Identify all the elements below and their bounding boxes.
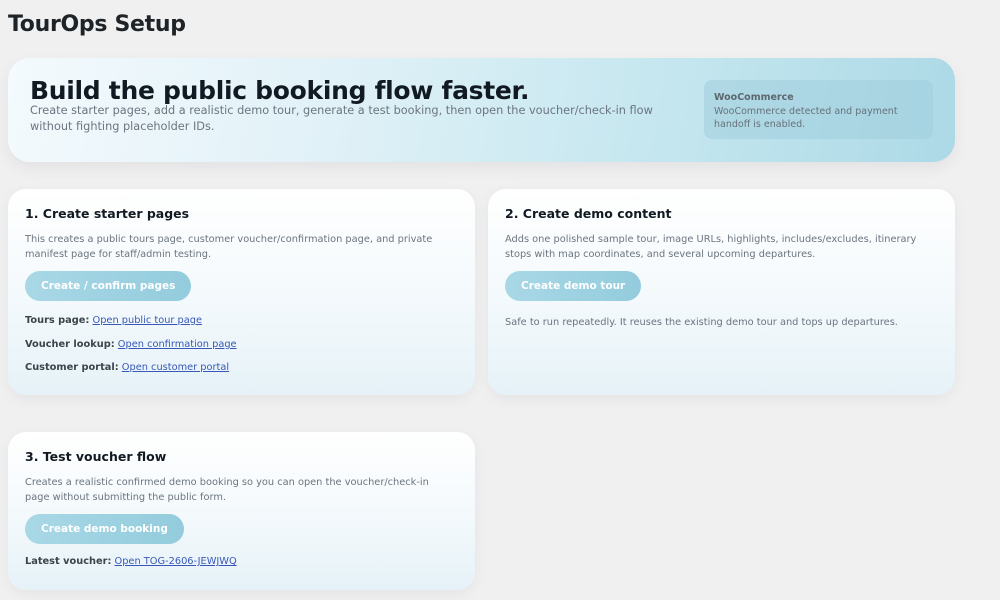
starter-pages-card: 1. Create starter pages This creates a p…	[8, 189, 475, 395]
hero-heading: Build the public booking flow faster.	[30, 76, 530, 105]
card-title: 3. Test voucher flow	[25, 449, 167, 464]
hero-banner: Build the public booking flow faster. Cr…	[8, 58, 955, 162]
hero-description: Create starter pages, add a realistic de…	[30, 104, 653, 133]
card-title: 2. Create demo content	[505, 206, 672, 221]
voucher-lookup-row: Voucher lookup: Open confirmation page	[25, 338, 458, 352]
open-latest-voucher-link[interactable]: Open TOG-2606-JEWJWQ	[115, 556, 237, 567]
link-label: Customer portal:	[25, 362, 119, 373]
badge-title: WooCommerce	[714, 92, 794, 103]
demo-content-card: 2. Create demo content Adds one polished…	[488, 189, 955, 395]
open-confirmation-page-link[interactable]: Open confirmation page	[118, 339, 237, 350]
card-title: 1. Create starter pages	[25, 206, 190, 221]
open-public-tour-page-link[interactable]: Open public tour page	[92, 315, 202, 326]
link-label: Tours page:	[25, 315, 90, 326]
card-description: Creates a realistic confirmed demo booki…	[25, 477, 429, 503]
card-description: This creates a public tours page, custom…	[25, 234, 433, 260]
create-demo-booking-button[interactable]: Create demo booking	[25, 514, 184, 544]
woocommerce-status-badge: WooCommerce WooCommerce detected and pay…	[704, 80, 933, 139]
page-title: TourOps Setup	[8, 12, 186, 37]
card-description: Adds one polished sample tour, image URL…	[505, 234, 917, 260]
card-note: Safe to run repeatedly. It reuses the ex…	[505, 317, 898, 328]
create-demo-tour-button[interactable]: Create demo tour	[505, 271, 642, 301]
link-label: Latest voucher:	[25, 556, 112, 567]
tours-page-row: Tours page: Open public tour page	[25, 314, 458, 328]
open-customer-portal-link[interactable]: Open customer portal	[122, 362, 229, 373]
voucher-flow-card: 3. Test voucher flow Creates a realistic…	[8, 432, 475, 590]
link-label: Voucher lookup:	[25, 339, 115, 350]
latest-voucher-row: Latest voucher: Open TOG-2606-JEWJWQ	[25, 555, 458, 569]
badge-text: WooCommerce detected and payment handoff…	[714, 106, 898, 130]
customer-portal-row: Customer portal: Open customer portal	[25, 361, 458, 375]
create-pages-button[interactable]: Create / confirm pages	[25, 271, 192, 301]
